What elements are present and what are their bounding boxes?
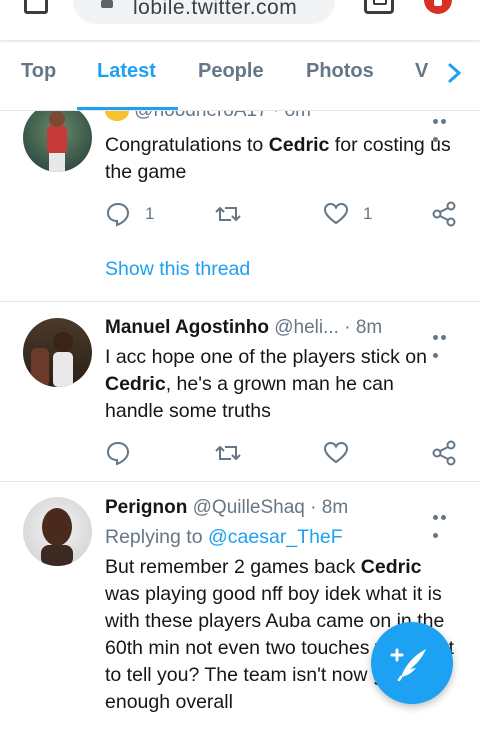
more-options-icon[interactable] (433, 111, 455, 142)
search-tabs: Top Latest People Photos V (0, 40, 480, 111)
tweet-text: I acc hope one of the players stick on C… (105, 346, 427, 422)
extension-icon[interactable] (424, 0, 452, 14)
tweet-time[interactable]: 8m (356, 317, 382, 338)
tweet-header: Manuel Agostinho @heli... · 8m (105, 317, 383, 338)
browser-toolbar: lobile.twitter.com (0, 0, 480, 40)
retweet-icon (215, 206, 241, 222)
chevron-right-icon[interactable] (445, 62, 465, 84)
replying-to: Replying to @caesar_TheF (105, 526, 343, 548)
tab-photos[interactable]: Photos (306, 60, 374, 83)
retweet-button[interactable] (215, 201, 241, 227)
reply-button[interactable]: 1 (105, 201, 154, 227)
tweet-actions: 1 1 (105, 201, 460, 229)
retweet-button[interactable] (215, 440, 241, 466)
tweet-actions (105, 440, 460, 468)
share-icon (432, 440, 456, 466)
tab-switcher-icon[interactable] (364, 0, 394, 14)
tweet-text: Congratulations to Cedric for costing us… (105, 134, 451, 183)
tweet-handle[interactable]: @QuilleShaq (193, 497, 305, 518)
compose-feather-icon (390, 648, 426, 682)
avatar[interactable] (23, 318, 92, 387)
tweet-header: Perignon @QuilleShaq · 8m (105, 497, 349, 518)
tweet-handle[interactable]: @heli... (274, 317, 339, 338)
tweet-author[interactable]: Perignon (105, 497, 187, 518)
compose-tweet-button[interactable] (371, 622, 453, 704)
show-thread-link[interactable]: Show this thread (105, 258, 250, 281)
more-options-icon[interactable] (433, 507, 455, 538)
url-text: lobile.twitter.com (133, 0, 298, 19)
heart-icon (323, 202, 349, 225)
like-button[interactable] (323, 440, 349, 466)
tab-top[interactable]: Top (21, 60, 56, 83)
avatar[interactable] (23, 103, 92, 172)
address-bar[interactable]: lobile.twitter.com (73, 0, 335, 24)
heart-icon (323, 441, 349, 464)
active-tab-indicator (77, 107, 178, 110)
tab-videos[interactable]: V (415, 60, 428, 83)
avatar[interactable] (23, 497, 92, 566)
reply-button[interactable] (105, 440, 131, 466)
tweet-author[interactable]: Manuel Agostinho (105, 317, 269, 338)
share-button[interactable] (431, 440, 457, 466)
lock-icon (101, 0, 113, 8)
replying-to-handle[interactable]: @caesar_TheF (208, 526, 343, 548)
tweet-time[interactable]: 8m (322, 497, 348, 518)
home-icon[interactable] (24, 0, 48, 14)
tab-latest[interactable]: Latest (97, 60, 156, 83)
retweet-icon (215, 445, 241, 461)
share-button[interactable] (431, 201, 457, 227)
reply-count: 1 (145, 204, 155, 223)
like-button[interactable]: 1 (323, 201, 372, 227)
reply-icon (106, 441, 130, 466)
tweet[interactable]: Manuel Agostinho @heli... · 8m I acc hop… (0, 302, 480, 480)
like-count: 1 (363, 204, 373, 223)
more-options-icon[interactable] (433, 327, 455, 358)
tab-people[interactable]: People (198, 60, 264, 83)
reply-icon (106, 202, 130, 227)
share-icon (432, 201, 456, 227)
